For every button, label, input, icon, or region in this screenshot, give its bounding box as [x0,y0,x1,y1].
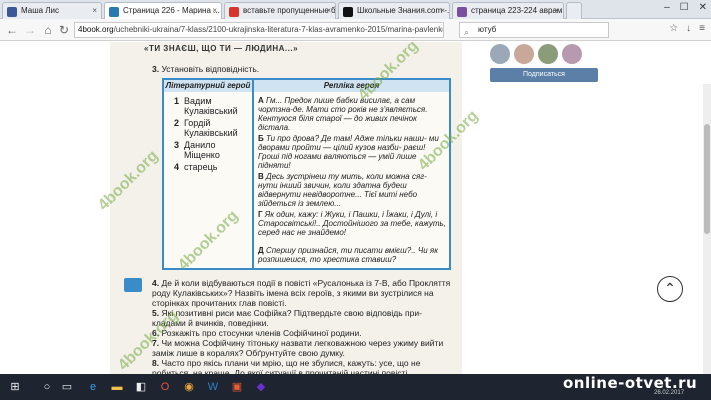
scrollbar[interactable] [703,84,711,374]
firefox-icon[interactable]: ◉ [180,378,198,396]
hero-row: 1 Вадим Кулаківський [174,96,238,116]
task-8: 8. Часто про якісь плани чи мрію, що не … [152,358,421,374]
column-header-hero: Літературний герой [164,80,252,92]
book-icon [124,278,142,292]
tab-label: Школьные Знания.com -... [357,6,450,15]
tab-2[interactable]: вставьте пропущенные б... × [224,2,336,19]
search-taskbar-icon[interactable]: ○ [38,378,56,396]
url-path: /uchebniki-ukraina/7-klass/2100-ukrajins… [113,25,444,34]
search-input[interactable]: ⌕ ютуб [459,22,609,38]
back-icon[interactable]: ← [4,22,20,38]
site-icon [229,7,239,17]
page-content: «ТИ ЗНАЄШ, ЩО ТИ — ЛЮДИНА...» 3. Установ… [0,42,711,374]
edge-icon[interactable]: e [84,378,102,396]
replica-row: А Гм... Предок лише бабки висилає, а сам… [258,96,428,132]
store-icon[interactable]: ◧ [132,378,150,396]
hero-row: 2 Гордій Кулаківський [174,118,238,138]
close-icon[interactable]: × [212,6,217,15]
table-divider [252,80,254,268]
taskview-icon[interactable]: ▭ [58,378,76,396]
windows-start-icon[interactable]: ⊞ [6,378,24,396]
menu-icon[interactable]: ≡ [699,23,705,34]
scroll-top-button[interactable]: ⌃ [657,276,683,302]
app-icon[interactable]: ▣ [228,378,246,396]
search-value: ютуб [478,25,497,34]
replica-row: Д Спершу признайся, ти писати вмієш?.. Ч… [258,246,438,264]
replica-row: В Десь зустрінеш ту мить, коли можна сяг… [258,172,427,208]
chevron-up-icon: ⌃ [664,280,676,296]
task-7: 7. Чи можна Софійчину тітоньку назвати л… [152,338,444,358]
minimize-icon[interactable]: – [664,2,670,13]
tab-label: страница 223-224 аврам... [471,6,564,15]
task-4: 4. Де й коли відбуваються події в повіст… [152,278,451,308]
tab-label: Маша Лис [21,6,60,15]
folder-icon[interactable]: ▬ [108,378,126,396]
column-header-replica: Репліка героя [254,80,449,92]
task-3: 3. Установіть відповідність. [152,64,260,74]
page-header: «ТИ ЗНАЄШ, ЩО ТИ — ЛЮДИНА...» [144,44,299,53]
friend-avatars [490,42,600,64]
reload-icon[interactable]: ↻ [56,22,72,38]
task-6: 6. Розкажіть про стосунки членів Софійчи… [152,328,362,338]
star-icon[interactable]: ☆ [669,23,678,34]
window-controls: – ☐ ✕ [664,2,707,13]
close-icon[interactable]: × [92,6,97,15]
avatar[interactable] [562,44,582,64]
toolbar-icons: ☆ ↓ ≡ [669,23,705,34]
browser-toolbar: ← → ⌂ ↻ 4book.org/uchebniki-ukraina/7-kl… [0,19,711,41]
forward-icon[interactable]: → [22,22,38,38]
clock: 26.02.2017 [654,390,685,396]
subscribe-button[interactable]: Подписаться [490,68,598,82]
hero-row: 4 старець [174,162,218,172]
vk-widget: Подписаться [490,42,600,82]
hero-row: 3 Данило Міщенко [174,140,220,160]
tab-label: вставьте пропущенные б... [243,6,336,15]
word-icon[interactable]: W [204,378,222,396]
close-icon[interactable]: × [554,6,559,15]
tab-bar: Маша Лис × Страница 226 - Марина ... × в… [0,0,711,19]
book-icon [109,7,119,17]
avatar[interactable] [538,44,558,64]
watermark: 4book.org [94,147,162,215]
site-icon [457,7,467,17]
avatar[interactable] [514,44,534,64]
maximize-icon[interactable]: ☐ [680,2,689,13]
tab-4[interactable]: страница 223-224 аврам... × [452,2,564,19]
app-icon[interactable]: ◆ [252,378,270,396]
close-icon[interactable]: × [440,6,445,15]
url-host: 4book.org [78,25,114,34]
tab-3[interactable]: Школьные Знания.com -... × [338,2,450,19]
textbook-page: «ТИ ЗНАЄШ, ЩО ТИ — ЛЮДИНА...» 3. Установ… [95,42,482,374]
opera-icon[interactable]: O [156,378,174,396]
address-bar[interactable]: 4book.org/uchebniki-ukraina/7-klass/2100… [74,22,444,38]
home-icon[interactable]: ⌂ [40,22,56,38]
znanija-icon [343,7,353,17]
scrollbar-thumb[interactable] [704,124,710,234]
new-tab-button[interactable] [566,2,582,19]
tab-0[interactable]: Маша Лис × [2,2,102,19]
tab-label: Страница 226 - Марина ... [123,6,220,15]
task-5: 5. Які позитивні риси має Софійка? Підтв… [152,308,422,328]
close-window-icon[interactable]: ✕ [699,2,707,13]
vk-icon [7,7,17,17]
download-icon[interactable]: ↓ [686,23,691,34]
close-icon[interactable]: × [326,6,331,15]
search-icon: ⌕ [464,27,470,37]
replica-row: Г Як один, кажу: і Жуки, і Пашки, і Їжак… [258,210,446,237]
avatar[interactable] [490,44,510,64]
tab-1[interactable]: Страница 226 - Марина ... × [104,2,222,19]
